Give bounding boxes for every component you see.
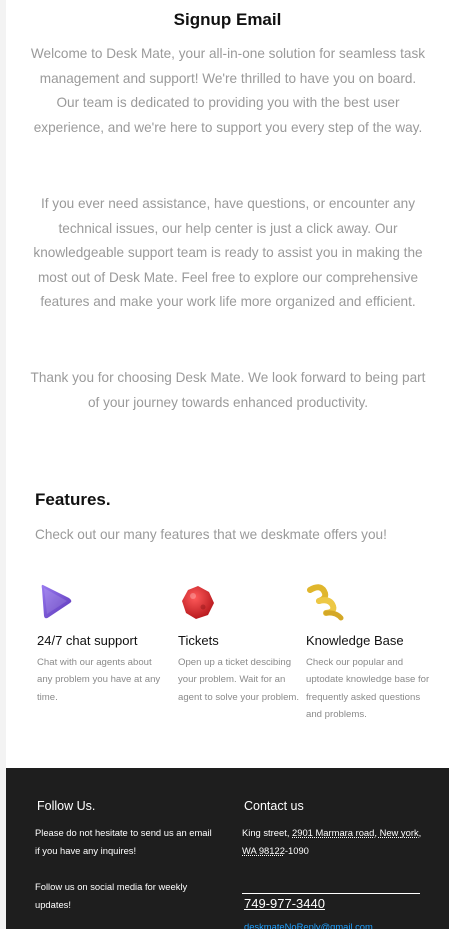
purple-cone-icon <box>41 584 72 619</box>
feature-description: Check our popular and uptodate knowledge… <box>306 657 430 720</box>
address-prefix: King street, <box>242 827 293 838</box>
thanks-paragraph: Thank you for choosing Desk Mate. We loo… <box>30 370 426 410</box>
feature-chat-support: 24/7 chat support Chat with our agents a… <box>37 582 161 706</box>
welcome-paragraph: Welcome to Desk Mate, your all-in-one so… <box>30 46 426 135</box>
contact-address: King street, 2901 Marmara road, New york… <box>242 824 422 860</box>
phone-link[interactable]: 749-977-3440 <box>244 896 325 911</box>
features-title: Features. <box>35 490 111 509</box>
feature-description: Chat with our agents about any problem y… <box>37 657 161 703</box>
feature-tickets: Tickets Open up a ticket descibing your … <box>178 582 302 706</box>
contact-divider <box>242 893 420 894</box>
email-title: Signup Email <box>173 10 282 29</box>
feature-name: 24/7 chat support <box>37 633 138 648</box>
footer: Follow Us. Please do not hesitate to sen… <box>6 768 449 929</box>
feature-description: Open up a ticket descibing your problem.… <box>178 657 300 703</box>
features-subtitle: Check out our many features that we desk… <box>35 527 387 542</box>
feature-name: Tickets <box>178 633 219 648</box>
feature-name: Knowledge Base <box>306 633 404 648</box>
follow-text-email: Please do not hesitate to send us an ema… <box>35 827 212 856</box>
yellow-twist-icon <box>307 584 344 621</box>
address-suffix: -1090 <box>284 845 309 856</box>
follow-text-social: Follow us on social media for weekly upd… <box>35 881 188 910</box>
feature-knowledge-base: Knowledge Base Check our popular and upt… <box>306 582 430 723</box>
email-link[interactable]: deskmateNoReply@gmail.com <box>244 921 373 929</box>
red-blob-icon <box>182 586 214 619</box>
email-page: Signup Email Welcome to Desk Mate, your … <box>6 0 449 929</box>
contact-title: Contact us <box>244 799 304 813</box>
follow-title: Follow Us. <box>37 799 96 813</box>
help-paragraph: If you ever need assistance, have questi… <box>33 196 423 309</box>
